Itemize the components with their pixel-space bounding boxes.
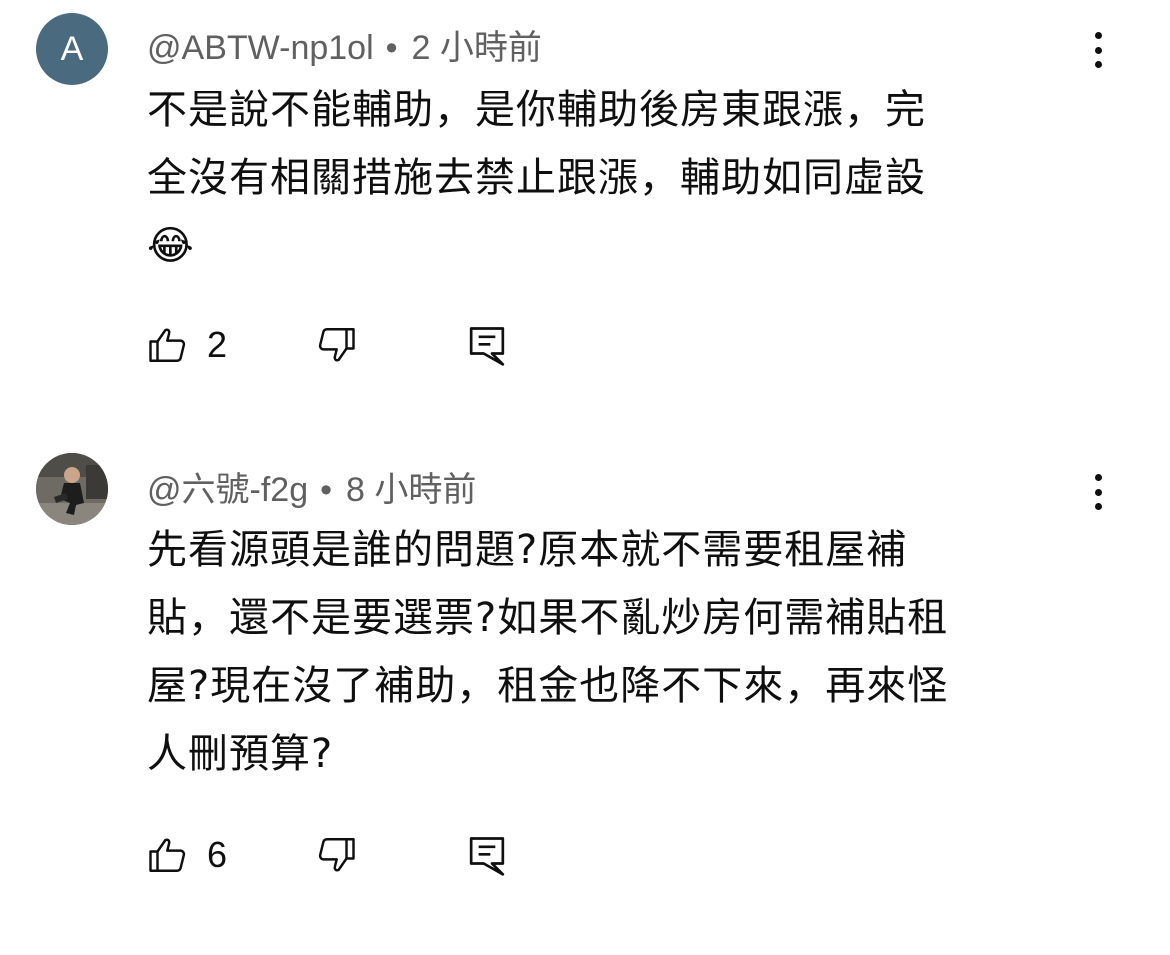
like-button[interactable]: 2: [147, 323, 227, 367]
thumbs-down-icon: [318, 328, 355, 362]
reply-button[interactable]: [467, 833, 507, 879]
comment-header: @六號-f2g • 8 小時前: [147, 462, 476, 511]
comment-line: 屋?現在沒了補助，租金也降不下來，再來怪: [147, 663, 949, 709]
like-button[interactable]: 6: [147, 833, 227, 877]
avatar[interactable]: [36, 453, 108, 525]
reply-comment-icon: [469, 327, 505, 366]
separator-dot: •: [385, 29, 398, 67]
avatar[interactable]: A: [36, 13, 108, 85]
dislike-button[interactable]: [315, 323, 357, 367]
comment-line: 不是說不能輔助，是你輔助後房東跟漲，完: [147, 87, 926, 133]
like-count: 2: [207, 324, 228, 365]
more-vertical-icon-dot: [1094, 503, 1102, 510]
timestamp[interactable]: 2 小時前: [412, 29, 542, 67]
separator-dot: •: [320, 471, 333, 509]
more-vertical-icon-dot: [1094, 61, 1102, 68]
comment-line: 全沒有相關措施去禁止跟漲，輔助如同虛設: [147, 155, 926, 201]
more-vertical-icon-dot: [1094, 488, 1102, 496]
comment-text: 先看源頭是誰的問題?原本就不需要租屋補 貼，還不是要選票?如果不亂炒房何需補貼租…: [147, 516, 1107, 788]
reply-button[interactable]: [467, 323, 507, 369]
thumbs-up-icon: [149, 328, 186, 362]
avatar-letter: A: [60, 29, 84, 68]
author-name[interactable]: @ABTW-np1ol: [147, 29, 374, 67]
laughing-emoji: 😂: [147, 223, 195, 269]
like-count: 6: [207, 834, 228, 875]
timestamp[interactable]: 8 小時前: [346, 471, 476, 509]
comment-header: @ABTW-np1ol • 2 小時前: [147, 20, 542, 69]
author-name[interactable]: @六號-f2g: [147, 471, 308, 509]
comment-line: 先看源頭是誰的問題?原本就不需要租屋補: [147, 527, 908, 573]
comment-text: 不是說不能輔助，是你輔助後房東跟漲，完 全沒有相關措施去禁止跟漲，輔助如同虛設 …: [147, 76, 1107, 280]
comment-line: 人刪預算?: [147, 731, 334, 777]
comment-line: 貼，還不是要選票?如果不亂炒房何需補貼租: [147, 595, 949, 641]
avatar-photo-icon: [36, 453, 108, 525]
more-vertical-icon: [1094, 32, 1102, 39]
comment-actions: 6: [147, 833, 547, 883]
comment-actions: 2: [147, 323, 547, 373]
reply-comment-icon: [469, 837, 505, 876]
dislike-button[interactable]: [315, 833, 357, 877]
more-vertical-icon: [1094, 474, 1102, 481]
thumbs-down-icon: [318, 838, 355, 872]
thumbs-up-icon: [149, 838, 186, 872]
more-options-button[interactable]: [1083, 28, 1113, 72]
more-vertical-icon-dot: [1094, 46, 1102, 54]
more-options-button[interactable]: [1083, 470, 1113, 514]
